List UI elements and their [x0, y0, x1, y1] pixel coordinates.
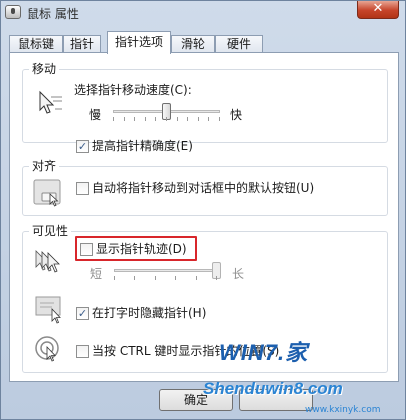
watermark-url: www.kxinyk.com [305, 405, 381, 415]
trail-slider-track [114, 269, 217, 272]
ok-button[interactable]: 确定 [159, 389, 233, 411]
slider-tick [134, 117, 135, 121]
tab-pointers[interactable]: 指针 [63, 35, 101, 53]
long-label: 长 [232, 267, 245, 281]
cancel-button[interactable] [239, 389, 313, 411]
pointer-trails-icon [35, 250, 60, 273]
show-trails-checkbox[interactable] [80, 243, 93, 256]
slider-tick [145, 117, 146, 121]
hide-while-typing-label: 在打字时隐藏指针(H) [92, 306, 207, 320]
tab-strip: 鼠标键 指针 指针选项 滑轮 硬件 [9, 31, 397, 54]
slow-label: 慢 [89, 108, 102, 122]
title-bar[interactable]: 鼠标 属性 ✕ [1, 1, 405, 25]
enhance-precision-checkbox[interactable] [76, 140, 89, 153]
locate-pointer-icon [35, 336, 59, 362]
snap-to-default-checkbox[interactable] [76, 182, 89, 195]
window-title: 鼠标 属性 [27, 7, 79, 21]
snap-to-default-label: 自动将指针移动到对话框中的默认按钮(U) [92, 181, 315, 195]
slider-tick [177, 117, 178, 121]
visibility-group-title: 可见性 [29, 223, 72, 239]
slider-tick [175, 276, 176, 280]
enhance-precision-label: 提高指针精确度(E) [92, 139, 193, 153]
slider-tick [208, 117, 209, 121]
close-button[interactable]: ✕ [357, 1, 399, 19]
mouse-properties-window: 鼠标 属性 ✕ 鼠标键 指针 指针选项 滑轮 硬件 移动 选择指针移动速度(C)… [0, 0, 406, 420]
slider-tick [113, 117, 114, 121]
slider-tick [155, 117, 156, 121]
hide-pointer-icon [35, 296, 61, 324]
pointer-options-panel: 移动 选择指针移动速度(C): 慢 快 提高指针精确度(E) 对齐 自动将指针移… [9, 52, 399, 382]
slider-tick [114, 276, 115, 280]
fast-label: 快 [230, 108, 243, 122]
slider-tick [166, 117, 167, 121]
short-label: 短 [90, 267, 103, 281]
tab-wheel[interactable]: 滑轮 [171, 35, 215, 53]
speed-label: 选择指针移动速度(C): [74, 83, 192, 97]
tab-pointer-options[interactable]: 指针选项 [107, 31, 171, 54]
tab-hardware[interactable]: 硬件 [215, 35, 263, 53]
slider-tick [216, 276, 217, 280]
slider-tick [198, 117, 199, 121]
mouse-properties-icon [5, 5, 21, 19]
speed-slider[interactable] [113, 103, 220, 123]
snap-group-title: 对齐 [29, 158, 60, 174]
slider-tick [187, 117, 188, 121]
snap-to-icon [33, 179, 61, 207]
pointer-speed-icon [39, 90, 62, 114]
trail-length-slider[interactable] [114, 262, 221, 282]
slider-tick [196, 276, 197, 280]
slider-tick [155, 276, 156, 280]
show-location-ctrl-checkbox[interactable] [76, 345, 89, 358]
show-location-ctrl-label: 当按 CTRL 键时显示指针的位置(S) [92, 344, 280, 358]
motion-group-title: 移动 [29, 61, 60, 77]
hide-while-typing-checkbox[interactable] [76, 307, 89, 320]
slider-tick [219, 117, 220, 121]
slider-tick [124, 117, 125, 121]
show-trails-label: 显示指针轨迹(D) [96, 242, 187, 256]
tab-buttons[interactable]: 鼠标键 [9, 35, 63, 53]
slider-tick [134, 276, 135, 280]
